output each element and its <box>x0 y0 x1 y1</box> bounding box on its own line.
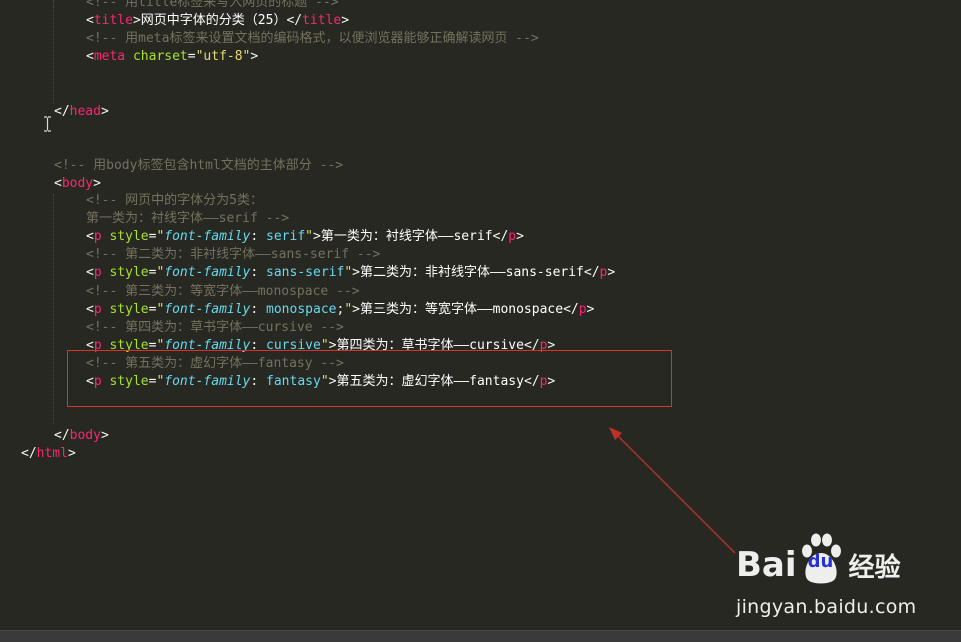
code-token: > <box>607 265 616 280</box>
code-token: p <box>578 302 587 317</box>
code-line-html-close: </html> <box>21 445 76 463</box>
code-token: head <box>69 104 101 119</box>
code-token: style <box>109 302 149 317</box>
code-line-p-monospace: <p style="font-family: monospace;">第三类为：… <box>86 301 594 319</box>
code-line-body-close: </body> <box>54 427 109 445</box>
code-token: </ <box>21 446 37 461</box>
code-token: > <box>352 302 360 317</box>
code-token: <!-- 用meta标签来设置文档的编码格式，以便浏览器能够正确解读网页 --> <box>86 31 539 46</box>
code-token: : <box>250 265 267 280</box>
code-line-comment-meta: <!-- 用meta标签来设置文档的编码格式，以便浏览器能够正确解读网页 --> <box>86 30 539 48</box>
brand-bai: Bai <box>736 545 797 585</box>
watermark-url: jingyan.baidu.com <box>736 596 917 618</box>
paw-icon: du <box>799 533 843 587</box>
code-line-comment-monospace: <!-- 第三类为：等宽字体——monospace --> <box>86 283 360 301</box>
code-line-comment-fonts-intro: <!-- 网页中的字体分为5类： <box>86 192 263 210</box>
baidu-logo: Bai du 经验 <box>736 533 901 592</box>
code-line-p-serif: <p style="font-family: serif">第一类为：衬线字体—… <box>86 228 524 246</box>
code-line-comment-sans-serif: <!-- 第二类为：非衬线字体——sans-serif --> <box>86 246 380 264</box>
code-token: font-family <box>164 302 251 317</box>
code-line-comment-cursive: <!-- 第四类为：草书字体——cursive --> <box>86 319 344 337</box>
code-token: </ <box>563 302 579 317</box>
code-token: < <box>86 302 94 317</box>
code-token: < <box>86 229 94 244</box>
code-token: </ <box>286 13 303 28</box>
code-token: <!-- 第二类为：非衬线字体——sans-serif --> <box>86 247 381 262</box>
code-token: </ <box>583 265 600 280</box>
code-token: p <box>93 302 102 317</box>
text-cursor-icon <box>44 116 51 132</box>
code-token: <!-- 用body标签包含html文档的主体部分 --> <box>54 158 344 173</box>
code-token: sans-serif <box>266 265 345 280</box>
code-token: <!-- 第三类为：等宽字体——monospace --> <box>86 284 360 299</box>
status-bar <box>0 630 961 642</box>
code-token: > <box>132 13 141 28</box>
baidu-jingyan-watermark: Bai du 经验 jingyan.baidu.com <box>736 533 946 628</box>
code-line-comment-title: <!-- 用title标签来写入网页的标题 --> <box>86 0 339 12</box>
code-token: font-family <box>164 229 251 244</box>
brand-jingyan: 经验 <box>848 552 901 583</box>
code-token: <!-- 用title标签来写入网页的标题 --> <box>86 0 339 10</box>
indent-guide <box>53 0 54 104</box>
code-token: "utf-8" <box>195 49 251 64</box>
code-token: 网页中字体的分类（25） <box>140 13 287 28</box>
code-token: p <box>93 229 102 244</box>
brand-du: du <box>807 551 834 572</box>
code-token: font-family <box>164 265 251 280</box>
code-token: " <box>344 265 353 280</box>
code-token: 第一类为：衬线字体——serif <box>320 229 493 244</box>
code-token: p <box>508 229 517 244</box>
code-token: : <box>250 302 267 317</box>
code-token: " <box>305 229 313 244</box>
code-token: > <box>352 265 360 280</box>
code-token: p <box>93 265 102 280</box>
code-token: : <box>250 229 267 244</box>
code-token: > <box>516 229 524 244</box>
code-token: charset <box>132 49 188 64</box>
code-token: < <box>86 13 94 28</box>
code-token: body <box>69 428 101 443</box>
code-token: " <box>344 302 353 317</box>
code-token: style <box>109 229 149 244</box>
code-token: </ <box>54 428 70 443</box>
code-token: title <box>93 13 133 28</box>
code-token: </ <box>54 104 70 119</box>
code-token: 第二类为：非衬线字体——sans-serif <box>359 265 584 280</box>
indent-guide <box>53 194 54 424</box>
code-token: html <box>36 446 68 461</box>
code-line-head-close: </head> <box>54 103 109 121</box>
code-token: > <box>586 302 595 317</box>
code-token: < <box>54 176 62 191</box>
code-token: > <box>250 49 259 64</box>
code-token: 第三类为：等宽字体——monospace <box>359 302 564 317</box>
code-line-p-sans-serif: <p style="font-family: sans-serif">第二类为：… <box>86 264 615 282</box>
code-token: > <box>93 176 101 191</box>
code-token: > <box>341 13 350 28</box>
code-line-body-open: <body> <box>54 175 101 193</box>
code-token: 第一类为：衬线字体——serif --> <box>86 211 290 226</box>
code-editor[interactable]: <!-- 用title标签来写入网页的标题 --> <title>网页中字体的分… <box>0 0 961 642</box>
code-token: monospace <box>266 302 337 317</box>
code-token: > <box>100 104 109 119</box>
code-line-meta-tag: <meta charset="utf-8"> <box>86 48 258 66</box>
code-token: < <box>86 49 94 64</box>
code-token: <!-- 网页中的字体分为5类： <box>86 193 263 208</box>
code-token: < <box>86 265 94 280</box>
code-token: meta <box>93 49 126 64</box>
code-token: = <box>187 49 196 64</box>
code-line-title-tag: <title>网页中字体的分类（25）</title> <box>86 12 349 30</box>
code-token: > <box>100 428 109 443</box>
code-line-comment-serif: 第一类为：衬线字体——serif --> <box>86 210 289 228</box>
code-token: style <box>109 265 149 280</box>
code-line-comment-body: <!-- 用body标签包含html文档的主体部分 --> <box>54 157 343 175</box>
highlight-box <box>67 350 672 407</box>
code-token: > <box>67 446 76 461</box>
code-token: serif <box>266 229 306 244</box>
code-token: </ <box>492 229 509 244</box>
code-token: title <box>302 13 342 28</box>
code-token: <!-- 第四类为：草书字体——cursive --> <box>86 320 344 335</box>
code-token: body <box>61 176 94 191</box>
code-token: > <box>313 229 321 244</box>
